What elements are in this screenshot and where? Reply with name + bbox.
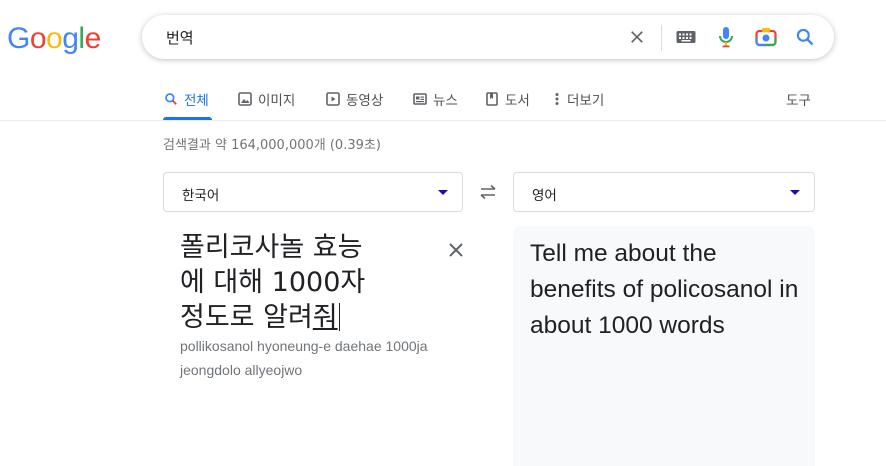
video-icon [325,91,341,107]
tab-more[interactable]: 더보기 [552,88,604,110]
tab-books[interactable]: 도서 [484,88,530,110]
search-divider [661,25,662,51]
mic-icon[interactable] [714,25,738,49]
close-icon[interactable] [625,25,649,49]
camera-icon[interactable] [754,25,778,49]
source-romanization: pollikosanol hyoneung-e daehae 1000ja je… [180,338,428,378]
swap-languages-icon[interactable] [476,180,500,204]
tab-all[interactable]: 전체 [163,88,209,110]
source-text-input[interactable]: 폴리코사놀 효능 에 대해 1000자 정도로 알려줘 [180,230,440,335]
result-stats: 검색결과 약 164,000,000개 (0.39초) [163,138,381,153]
tab-label: 동영상 [346,93,384,109]
image-icon [237,91,253,107]
tab-videos[interactable]: 동영상 [325,88,383,110]
dropdown-arrow-icon [438,190,448,195]
search-tabs: 전체 이미지 동영상 뉴스 도서 더보기 도구 [163,88,886,120]
search-icon [163,91,179,107]
google-logo[interactable]: Google [7,22,101,56]
dropdown-arrow-icon [790,190,800,195]
header-divider [0,120,886,121]
target-language-select[interactable]: 영어 [513,172,815,212]
search-icon[interactable] [793,25,817,49]
tab-images[interactable]: 이미지 [237,88,295,110]
source-language-label: 한국어 [182,188,220,204]
news-icon [412,91,428,107]
tab-label: 뉴스 [433,93,458,109]
tab-label: 전체 [184,93,209,109]
search-input[interactable]: 번역 [166,27,194,48]
source-line: 에 대해 1000자 [180,267,366,298]
book-icon [484,91,500,107]
logo-letter: o [46,22,63,55]
clear-source-icon[interactable] [444,238,468,262]
logo-letter: g [62,22,79,55]
more-vert-icon [552,91,562,107]
tools-button[interactable]: 도구 [786,88,811,110]
tab-label: 이미지 [258,93,296,109]
keyboard-icon[interactable] [674,25,698,49]
source-line: 정도로 알려 [180,302,313,333]
logo-letter: G [7,22,30,55]
translation-text: Tell me about the benefits of policosano… [530,240,799,339]
target-language-label: 영어 [532,188,557,204]
tab-news[interactable]: 뉴스 [412,88,458,110]
text-cursor [338,303,340,331]
logo-letter: o [29,22,47,55]
source-line: 폴리코사놀 효능 [180,232,363,263]
tab-label: 더보기 [567,93,605,109]
source-language-select[interactable]: 한국어 [163,172,463,212]
source-composing-char: 줘 [312,302,338,333]
search-box[interactable]: 번역 [142,15,834,59]
translation-output-panel: Tell me about the benefits of policosano… [513,226,815,466]
tab-label: 도서 [505,93,530,109]
logo-letter: e [84,22,102,55]
